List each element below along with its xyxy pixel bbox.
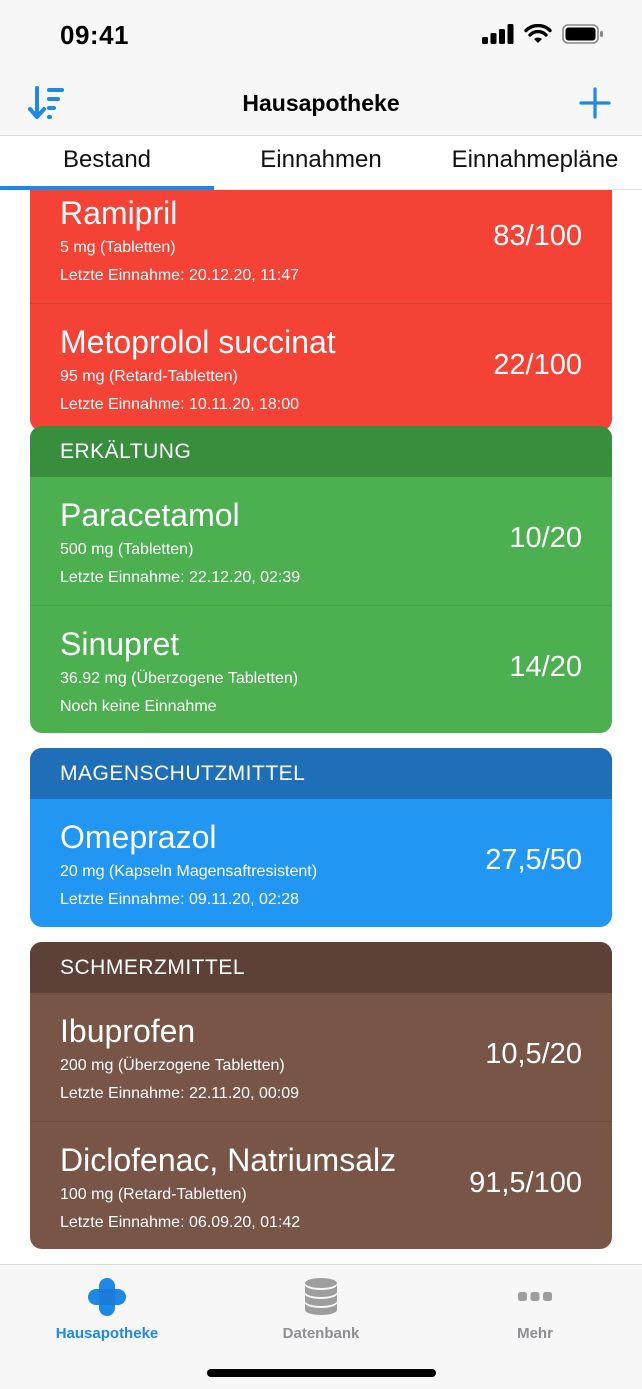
medication-row[interactable]: Metoprolol succinat 95 mg (Retard-Tablet…	[30, 303, 612, 431]
medical-cross-icon	[88, 1278, 126, 1316]
add-button[interactable]	[578, 86, 612, 120]
medication-dose: 500 mg (Tabletten)	[60, 541, 194, 558]
medication-name: Sinupret	[60, 626, 180, 662]
stock-count: 27,5/50	[485, 844, 582, 876]
plus-icon	[579, 87, 611, 119]
medication-dose: 36.92 mg (Überzogene Tabletten)	[60, 670, 299, 687]
stock-count: 10/20	[509, 522, 582, 554]
last-intake: Letzte Einnahme: 22.11.20, 00:09	[60, 1085, 299, 1102]
bottom-tab-label: Mehr	[517, 1325, 553, 1342]
medication-row[interactable]: Ramipril 5 mg (Tabletten) Letzte Einnahm…	[30, 190, 612, 303]
stock-count: 83/100	[493, 220, 582, 252]
group-card-erkaeltung: ERKÄLTUNG Paracetamol 500 mg (Tabletten)…	[30, 426, 612, 733]
medication-row[interactable]: Paracetamol 500 mg (Tabletten) Letzte Ei…	[30, 477, 612, 605]
bottom-tab-label: Hausapotheke	[55, 1325, 159, 1342]
group-card-schmerzmittel: SCHMERZMITTEL Ibuprofen 200 mg (Überzoge…	[30, 942, 612, 1249]
medication-dose: 200 mg (Überzogene Tabletten)	[60, 1057, 285, 1074]
status-time: 09:41	[60, 20, 129, 50]
medication-list[interactable]: Ramipril 5 mg (Tabletten) Letzte Einnahm…	[0, 190, 642, 1264]
group-header: MAGENSCHUTZMITTEL	[30, 748, 612, 799]
stock-count: 14/20	[509, 651, 582, 683]
navigation-bar: Hausapotheke	[0, 80, 642, 136]
last-intake: Letzte Einnahme: 09.11.20, 02:28	[60, 891, 299, 908]
medication-row[interactable]: Ibuprofen 200 mg (Überzogene Tabletten) …	[30, 993, 612, 1121]
tab-bar: Bestand Einnahmen Einnahmepläne	[0, 136, 642, 190]
signal-icon	[482, 24, 514, 44]
last-intake: Letzte Einnahme: 06.09.20, 01:42	[60, 1214, 301, 1231]
medication-row[interactable]: Omeprazol 20 mg (Kapseln Magensaftresist…	[30, 799, 612, 927]
medication-row[interactable]: Diclofenac, Natriumsalz 100 mg (Retard-T…	[30, 1121, 612, 1249]
medication-name: Paracetamol	[60, 497, 240, 533]
medication-dose: 100 mg (Retard-Tabletten)	[60, 1186, 247, 1203]
last-intake: Letzte Einnahme: 10.11.20, 18:00	[60, 396, 299, 413]
tab-bestand[interactable]: Bestand	[0, 146, 214, 174]
stock-count: 91,5/100	[469, 1167, 582, 1199]
battery-icon	[562, 24, 603, 44]
page-title: Hausapotheke	[242, 90, 400, 116]
stock-count: 10,5/20	[485, 1038, 582, 1070]
group-card-blood-pressure: Ramipril 5 mg (Tabletten) Letzte Einnahm…	[30, 190, 612, 431]
last-intake: Letzte Einnahme: 20.12.20, 11:47	[60, 267, 299, 284]
group-header: SCHMERZMITTEL	[30, 942, 612, 993]
bottom-tab-datenbank[interactable]: Datenbank	[214, 1275, 428, 1342]
bottom-tab-hausapotheke[interactable]: Hausapotheke	[0, 1275, 214, 1342]
medication-name: Omeprazol	[60, 819, 217, 855]
group-card-magenschutzmittel: MAGENSCHUTZMITTEL Omeprazol 20 mg (Kapse…	[30, 748, 612, 927]
stock-count: 22/100	[493, 349, 582, 381]
tab-einnahmeplaene[interactable]: Einnahmepläne	[428, 146, 642, 174]
more-dots-icon	[518, 1292, 552, 1301]
last-intake: Letzte Einnahme: 22.12.20, 02:39	[60, 569, 301, 586]
medication-dose: 95 mg (Retard-Tabletten)	[60, 368, 238, 385]
medication-dose: 20 mg (Kapseln Magensaftresistent)	[60, 863, 318, 880]
database-icon	[305, 1278, 337, 1315]
medication-row[interactable]: Sinupret 36.92 mg (Überzogene Tabletten)…	[30, 605, 612, 733]
status-icons	[482, 24, 604, 44]
bottom-tab-label: Datenbank	[282, 1325, 360, 1342]
medication-name: Ramipril	[60, 195, 178, 231]
group-header: ERKÄLTUNG	[30, 426, 612, 477]
status-bar: 09:41	[0, 0, 642, 80]
medication-name: Ibuprofen	[60, 1013, 196, 1049]
last-intake: Noch keine Einnahme	[60, 698, 217, 715]
medication-name: Diclofenac, Natriumsalz	[60, 1142, 397, 1178]
medication-name: Metoprolol succinat	[60, 324, 336, 360]
medication-dose: 5 mg (Tabletten)	[60, 239, 176, 256]
bottom-tab-mehr[interactable]: Mehr	[428, 1275, 642, 1342]
tab-einnahmen[interactable]: Einnahmen	[214, 146, 428, 174]
wifi-icon	[524, 24, 552, 43]
home-indicator	[207, 1369, 436, 1377]
